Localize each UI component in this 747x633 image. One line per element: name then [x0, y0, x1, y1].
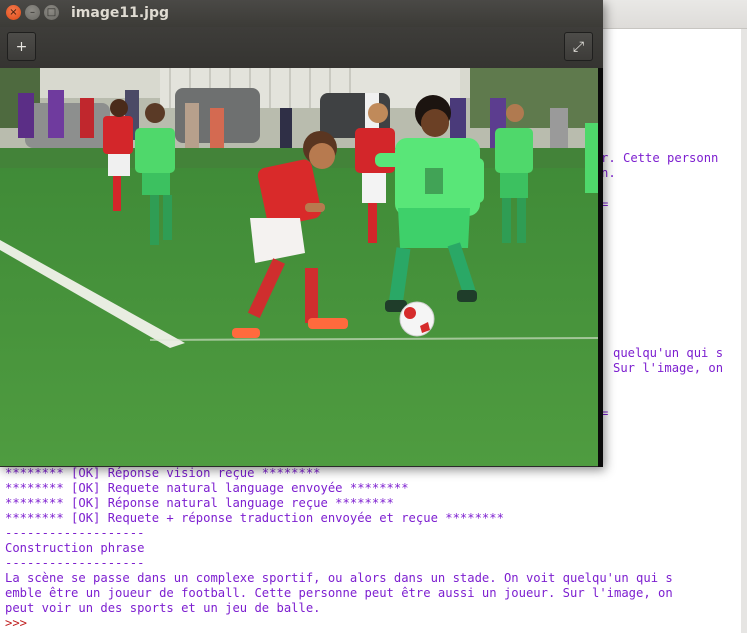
displayed-photo [0, 68, 598, 466]
viewer-toolbar: + ⤢ [0, 27, 603, 69]
shell-partial-line: r. Cette personn [601, 151, 719, 165]
shell-prompt[interactable]: >>> [5, 616, 27, 631]
minimize-window-button[interactable]: – [25, 5, 40, 20]
shell-partial-line: Sur l'image, on [613, 361, 724, 375]
window-title: image11.jpg [71, 5, 169, 21]
shell-line: emble être un joueur de football. Cette … [5, 586, 673, 600]
shell-partial-line: quelqu'un qui s [613, 346, 724, 360]
shell-line: ******** [OK] Requete natural language e… [5, 481, 409, 495]
soccer-photo-illustration [0, 68, 598, 466]
shell-scrollbar[interactable] [741, 29, 747, 633]
viewer-titlebar[interactable]: × – □ image11.jpg [0, 0, 603, 27]
shell-line: ******** [OK] Réponse vision reçue *****… [5, 466, 321, 480]
shell-line: Construction phrase [5, 541, 145, 555]
shell-titlebar[interactable] [600, 0, 747, 29]
shell-line: La scène se passe dans un complexe sport… [5, 571, 673, 585]
close-window-button[interactable]: × [6, 5, 21, 20]
add-icon[interactable]: + [7, 32, 36, 61]
maximize-window-button[interactable]: □ [44, 5, 59, 20]
image-viewer-window: × – □ image11.jpg + ⤢ [0, 0, 603, 467]
fullscreen-icon[interactable]: ⤢ [564, 32, 593, 61]
shell-partial-line: n. [601, 166, 616, 180]
shell-line: ******** [OK] Requete + réponse traducti… [5, 511, 504, 525]
shell-line: ******** [OK] Réponse natural language r… [5, 496, 394, 510]
photo-border [598, 68, 603, 467]
shell-line: ------------------- [5, 556, 145, 570]
shell-line: peut voir un des sports et un jeu de bal… [5, 601, 321, 615]
shell-line: ------------------- [5, 526, 145, 540]
